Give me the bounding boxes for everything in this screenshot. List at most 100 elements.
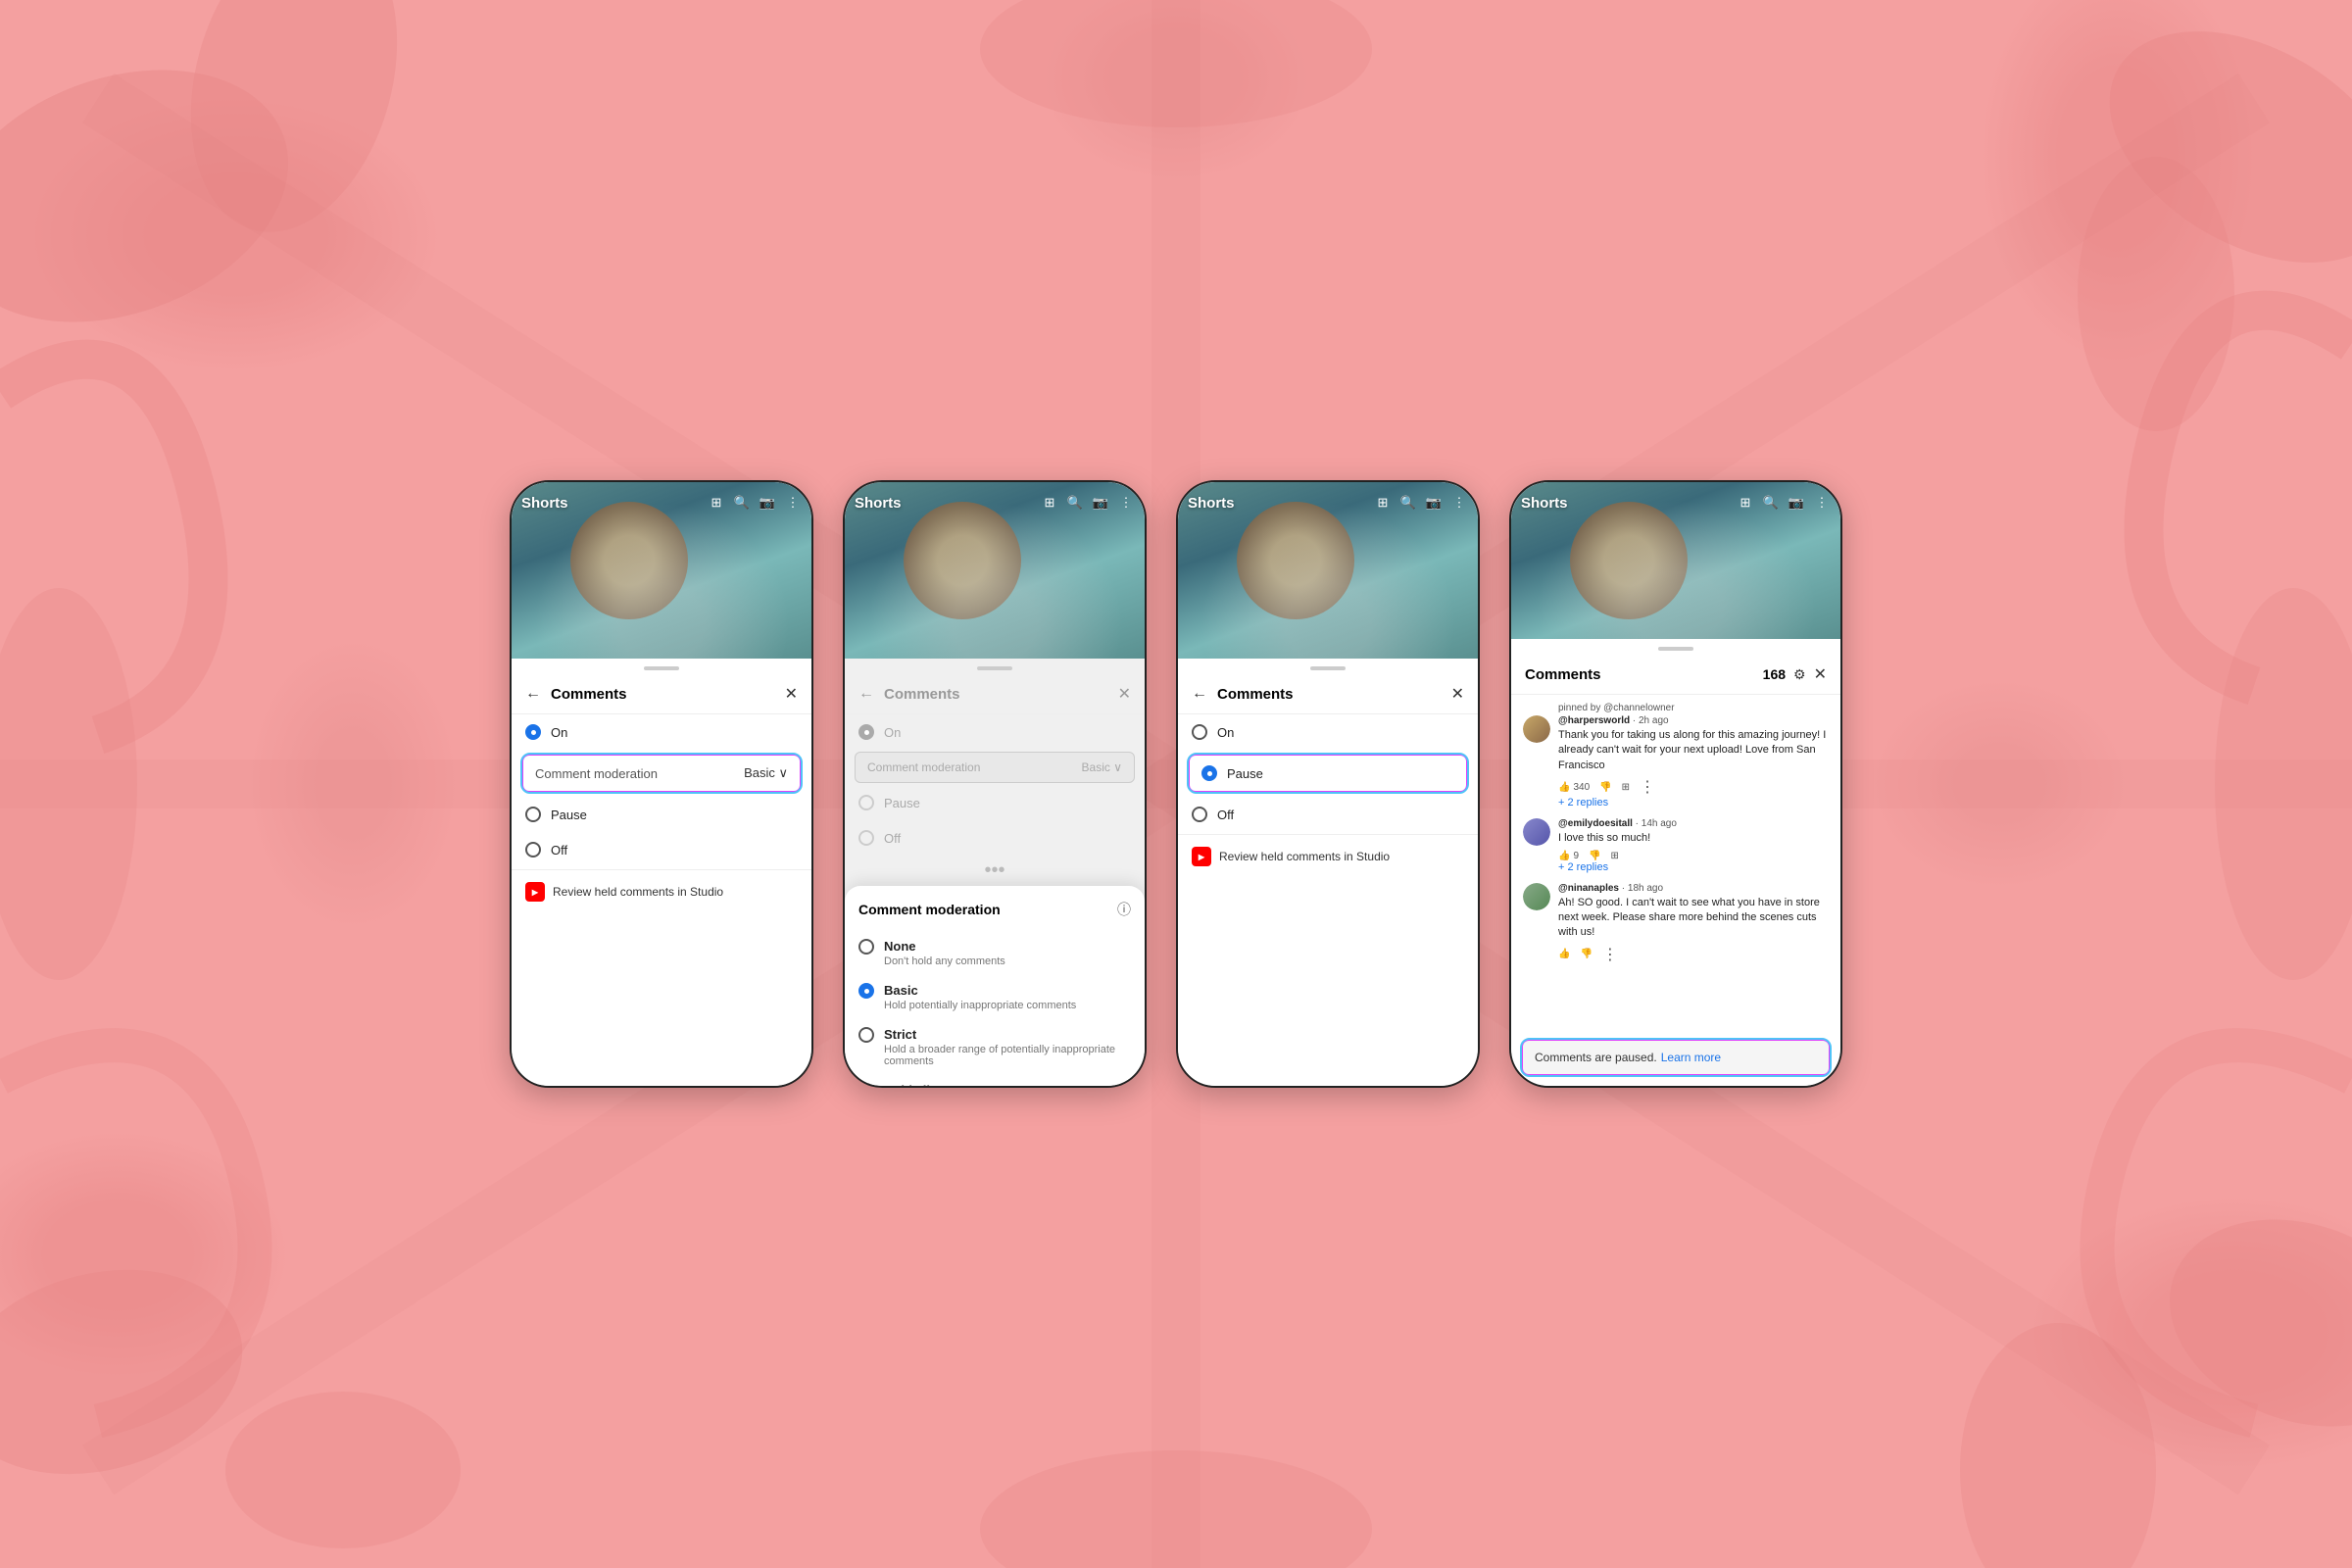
on-label-1: On [551,725,567,740]
off-label-3: Off [1217,808,1234,822]
mod-value-2-grey: Basic ∨ [1082,760,1122,774]
mod-option-strict-2[interactable]: Strict Hold a broader range of potential… [858,1019,1131,1075]
pause-label-3: Pause [1227,766,1263,781]
info-icon-2[interactable]: ⓘ [1117,900,1131,919]
drag-indicator-2 [977,666,1012,670]
review-link-3[interactable]: ▶ Review held comments in Studio [1178,837,1478,876]
filter-icon-4[interactable]: ⚙ [1793,666,1806,683]
more-icon-3: ⋮ [1450,494,1468,512]
comments-header-2: ← Comments ✕ [845,674,1145,714]
close-button-2[interactable]: ✕ [1118,684,1131,704]
comments-header-4: Comments 168 ⚙ ✕ [1511,655,1840,695]
comments-panel-4: Comments 168 ⚙ ✕ pinned by @channelowner [1511,639,1840,1086]
like-btn-1[interactable]: 👍 340 [1558,782,1590,793]
mod-holdall-label-2: Hold all [884,1083,972,1086]
scroll-indicator-2: ••• [845,856,1145,886]
comments-header-3: ← Comments ✕ [1178,674,1478,714]
radio-on-3[interactable] [1192,724,1207,740]
back-arrow-3[interactable]: ← [1192,685,1207,703]
option-on-1[interactable]: On [512,714,811,750]
moderation-value-1: Basic ∨ [744,765,788,781]
radio-on-1[interactable] [525,724,541,740]
option-pause-1[interactable]: Pause [512,797,811,832]
mod-option-basic-2[interactable]: Basic Hold potentially inappropriate com… [858,975,1131,1019]
comment-item-3: @ninanaples · 18h ago Ah! SO good. I can… [1523,883,1829,964]
comment-handle-1: @harpersworld [1558,715,1630,726]
radio-off-2[interactable] [858,830,874,846]
dislike-btn-2[interactable]: 👎 [1589,851,1600,861]
phone-1: Shorts ⊞ 🔍 📷 ⋮ ← Comments ✕ [510,480,813,1088]
comment-row-1: @harpersworld · 2h ago Thank you for tak… [1523,715,1829,797]
like-btn-2[interactable]: 👍 9 [1558,851,1579,861]
video-thumbnail-2: Shorts ⊞ 🔍 📷 ⋮ [845,482,1145,659]
comment-meta-2: @emilydoesitall · 14h ago [1558,818,1829,829]
review-text-3: Review held comments in Studio [1219,850,1390,863]
more-dots-3[interactable]: ⋮ [1602,945,1618,964]
on-label-2: On [884,725,901,740]
comment-content-2: @emilydoesitall · 14h ago I love this so… [1558,818,1829,872]
shorts-title-3: Shorts [1188,495,1374,512]
option-off-1[interactable]: Off [512,832,811,867]
radio-pause-3[interactable] [1201,765,1217,781]
option-on-2[interactable]: On [845,714,1145,750]
camera-icon-3: 📷 [1425,494,1443,512]
flag-btn-1[interactable]: ⊞ [1622,782,1630,793]
back-arrow-1[interactable]: ← [525,685,541,703]
drag-indicator-4 [1658,647,1693,651]
learn-more-link-4[interactable]: Learn more [1661,1051,1721,1064]
radio-basic-2[interactable] [858,983,874,999]
option-off-2[interactable]: Off [845,820,1145,856]
mod-option-none-2[interactable]: None Don't hold any comments [858,931,1131,975]
comment-item-1: pinned by @channelowner @harpersworld · … [1523,703,1829,808]
dislike-btn-3[interactable]: 👎 [1580,949,1592,959]
moderation-box-1[interactable]: Comment moderation Basic ∨ [521,754,802,793]
moderation-label-1: Comment moderation [535,766,744,781]
comment-text-3: Ah! SO good. I can't wait to see what yo… [1558,896,1829,941]
mod-basic-sublabel-2: Hold potentially inappropriate comments [884,1000,1076,1011]
mod-option-holdall-2[interactable]: Hold all Hold all comments [858,1075,1131,1086]
close-button-3[interactable]: ✕ [1451,684,1464,704]
comments-title-3: Comments [1217,686,1451,703]
close-button-4[interactable]: ✕ [1814,664,1827,684]
more-dots-1[interactable]: ⋮ [1640,777,1655,797]
phone-3: Shorts ⊞ 🔍 📷 ⋮ ← Comments ✕ [1176,480,1480,1088]
search-icon-2: 🔍 [1066,494,1084,512]
back-arrow-2[interactable]: ← [858,685,874,703]
like-btn-3[interactable]: 👍 [1558,949,1570,959]
pause-label-1: Pause [551,808,587,822]
option-off-3[interactable]: Off [1178,797,1478,832]
comment-text-2: I love this so much! [1558,831,1829,846]
close-button-1[interactable]: ✕ [785,684,798,704]
pause-box-3[interactable]: Pause [1188,754,1468,793]
option-pause-2[interactable]: Pause [845,785,1145,820]
dislike-btn-1[interactable]: 👎 [1599,782,1611,793]
search-icon-4: 🔍 [1762,494,1780,512]
radio-off-1[interactable] [525,842,541,858]
radio-off-3[interactable] [1192,807,1207,822]
camera-icon-2: 📷 [1092,494,1109,512]
replies-link-1[interactable]: + 2 replies [1558,797,1829,808]
radio-pause-1[interactable] [525,807,541,822]
radio-none-2[interactable] [858,939,874,955]
comment-time-1b: 2h ago [1639,715,1669,726]
radio-on-2[interactable] [858,724,874,740]
video-thumbnail-1: Shorts ⊞ 🔍 📷 ⋮ [512,482,811,659]
comment-time-3: 18h ago [1628,883,1663,894]
radio-holdall-2[interactable] [858,1083,874,1086]
radio-pause-2[interactable] [858,795,874,810]
review-text-1: Review held comments in Studio [553,885,723,899]
shorts-title-1: Shorts [521,495,708,512]
radio-strict-2[interactable] [858,1027,874,1043]
cast-icon-2: ⊞ [1041,494,1058,512]
paused-text-4: Comments are paused. [1535,1051,1657,1064]
comments-count-4: 168 [1763,666,1786,682]
comment-content-3: @ninanaples · 18h ago Ah! SO good. I can… [1558,883,1829,964]
shorts-title-2: Shorts [855,495,1041,512]
review-link-1[interactable]: ▶ Review held comments in Studio [512,872,811,911]
comments-header-1: ← Comments ✕ [512,674,811,714]
comment-meta-3: @ninanaples · 18h ago [1558,883,1829,894]
replies-link-2[interactable]: + 2 replies [1558,861,1829,873]
drag-indicator-3 [1310,666,1346,670]
option-on-3[interactable]: On [1178,714,1478,750]
flag-btn-2[interactable]: ⊞ [1610,851,1618,861]
